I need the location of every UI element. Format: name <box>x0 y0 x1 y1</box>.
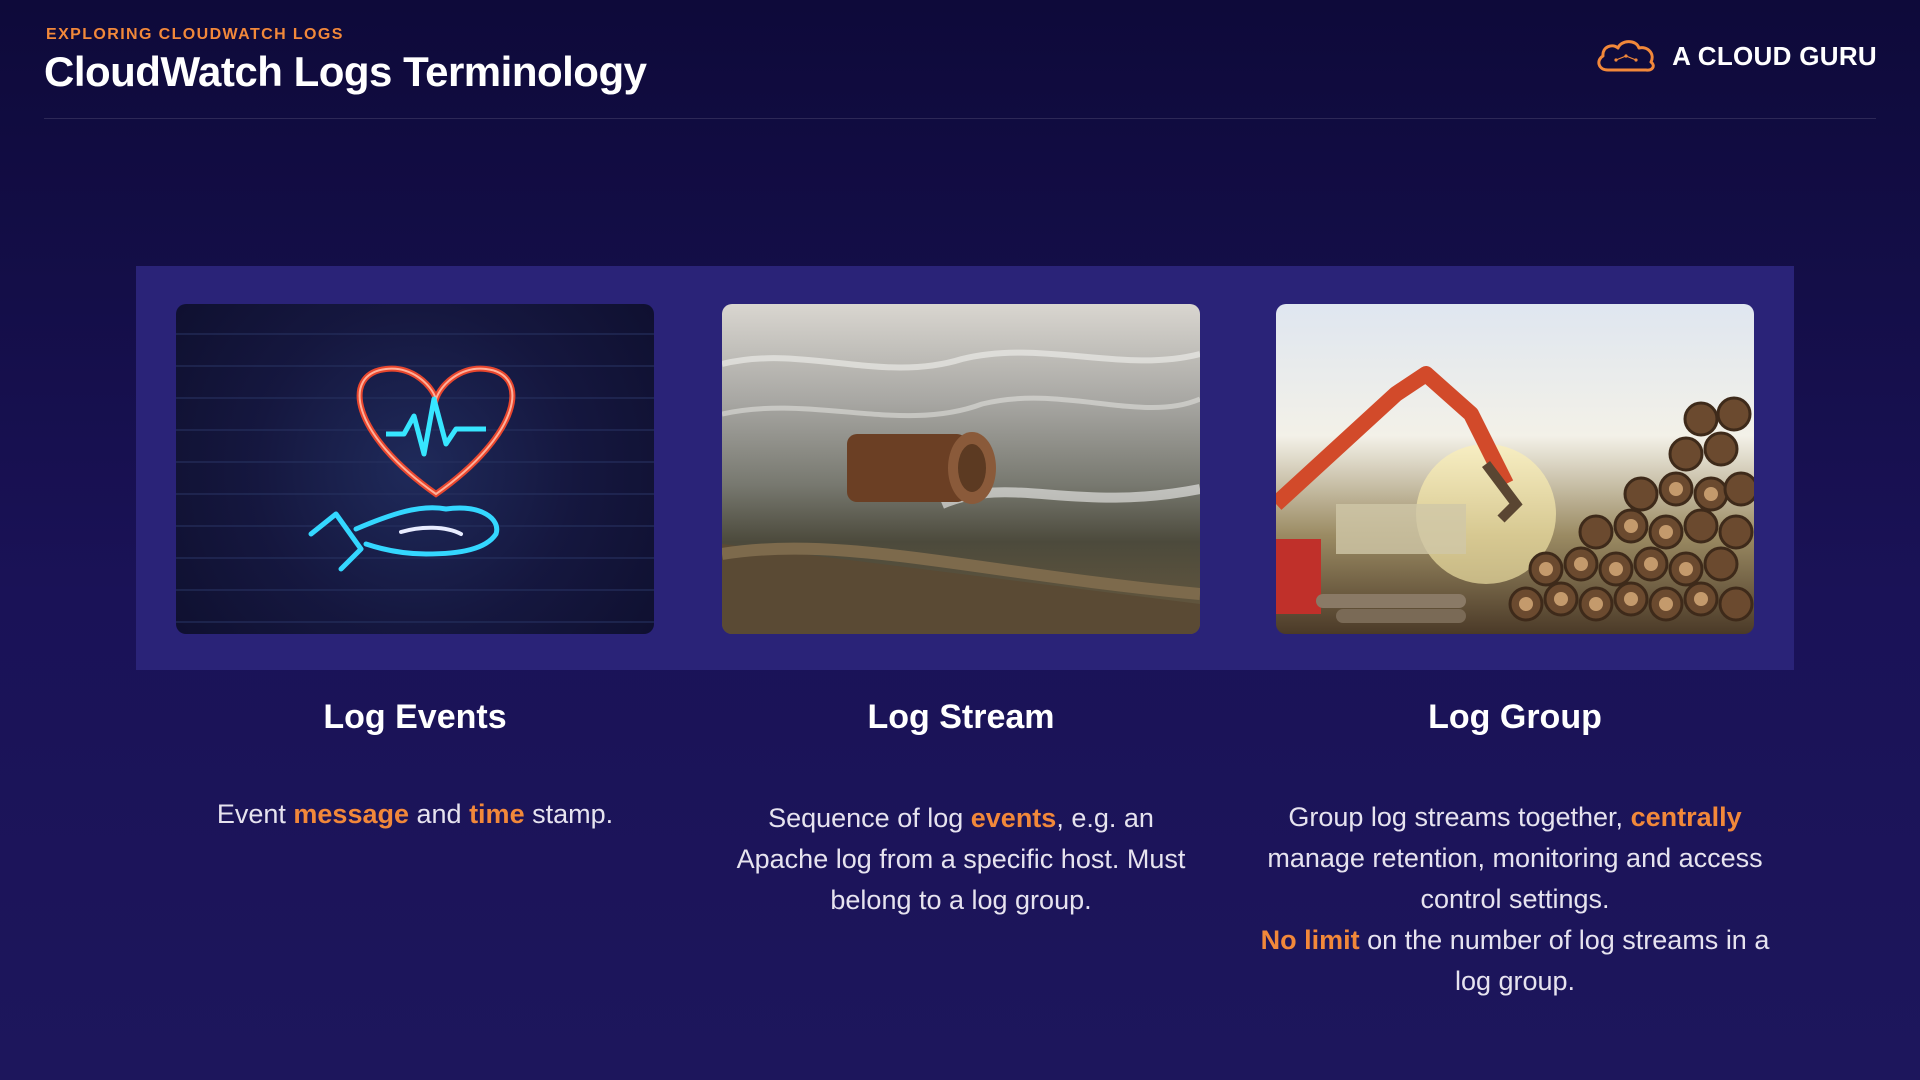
log-group-title: Log Group <box>1428 698 1602 736</box>
log-events-title: Log Events <box>323 698 507 736</box>
slide-title: CloudWatch Logs Terminology <box>44 48 647 95</box>
slide-eyebrow: EXPLORING CLOUDWATCH LOGS <box>46 26 344 43</box>
brand-logo: A CLOUD GURU <box>1594 36 1877 76</box>
log-stream-title: Log Stream <box>867 698 1055 736</box>
brand-name: A CLOUD GURU <box>1672 40 1877 71</box>
header-divider <box>44 118 1876 119</box>
log-stream-image <box>722 304 1200 634</box>
log-events-description: Event message and time stamp. <box>216 799 614 829</box>
log-group-description: Group log streams together, centrally ma… <box>1260 802 1770 996</box>
log-stream-description: Sequence of log events, e.g. an Apache l… <box>736 803 1186 915</box>
log-group-image <box>1276 304 1754 634</box>
log-events-image <box>176 304 654 634</box>
cloud-logo-icon <box>1597 40 1655 72</box>
